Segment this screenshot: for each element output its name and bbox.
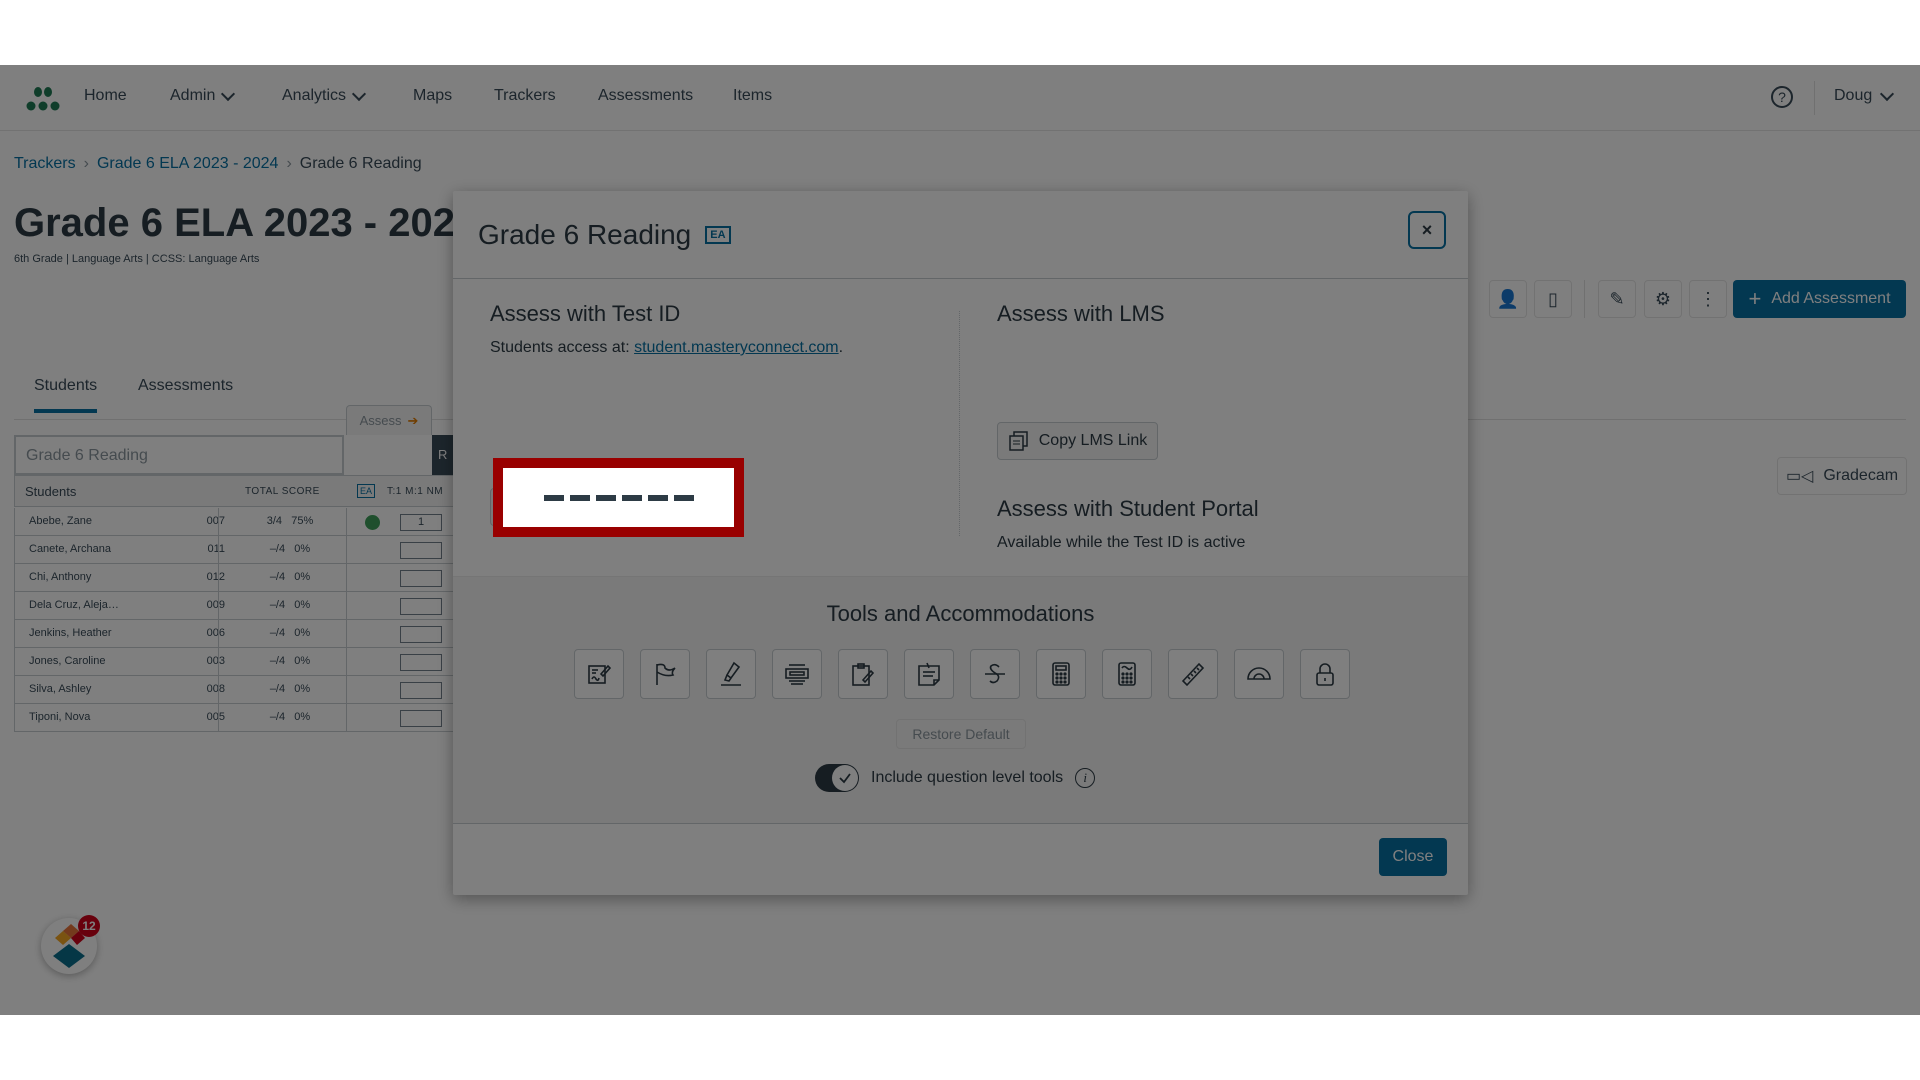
masked-digit	[595, 494, 616, 501]
test-id-display	[493, 458, 744, 537]
app-screen: Home Admin Analytics Maps Trackers Asses…	[0, 65, 1920, 1015]
masked-digit	[621, 494, 642, 501]
masked-digit	[647, 494, 668, 501]
masked-digit	[569, 494, 590, 501]
masked-digit	[543, 494, 564, 501]
dim-overlay	[0, 65, 1920, 1015]
masked-digit	[673, 494, 694, 501]
